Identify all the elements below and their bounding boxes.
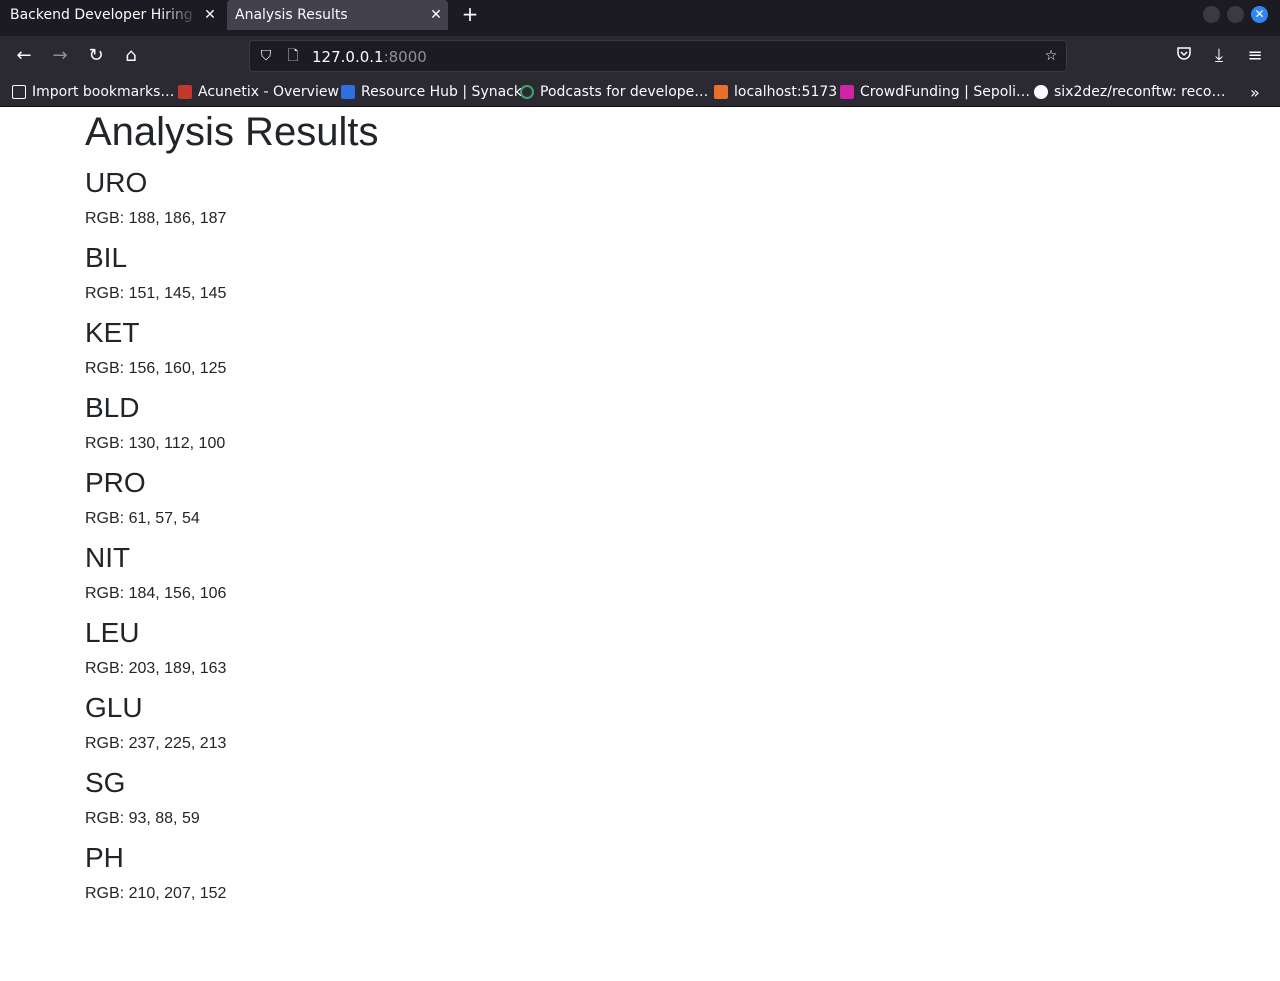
more-bookmarks-chevron-icon[interactable]: »: [1250, 82, 1260, 102]
bookmark-crowdfunding[interactable]: CrowdFunding | Sepoli…: [840, 82, 1030, 102]
url-host: 127.0.0.1: [312, 48, 384, 66]
bookmark-reconftw[interactable]: six2dez/reconftw: reco…: [1034, 82, 1226, 102]
result-item: PH RGB: 210, 207, 152: [85, 841, 1185, 906]
bookmarks-toolbar: Import bookmarks… Acunetix - Overview Re…: [0, 76, 1280, 107]
result-rgb: RGB: 130, 112, 100: [85, 435, 226, 452]
navigation-toolbar: ← → ↻ ⌂ ⛉ 🗋 127.0.0.1:8000 ☆ ⤓ ≡: [0, 36, 1280, 76]
result-name: BLD: [85, 392, 140, 423]
result-name: PRO: [85, 467, 146, 498]
new-tab-button[interactable]: +: [458, 2, 482, 26]
result-name: SG: [85, 767, 126, 798]
result-name: LEU: [85, 617, 140, 648]
result-item: BIL RGB: 151, 145, 145: [85, 241, 1185, 306]
page-content: Analysis Results URO RGB: 188, 186, 187 BI…: [85, 108, 1185, 914]
bookmark-label: CrowdFunding | Sepoli…: [860, 84, 1031, 100]
page-icon[interactable]: 🗋: [284, 47, 302, 65]
bookmark-label: Podcasts for develope…: [540, 84, 709, 100]
crowdfunding-icon: [840, 85, 854, 99]
result-item: NIT RGB: 184, 156, 106: [85, 541, 1185, 606]
bookmark-label: localhost:5173: [734, 84, 838, 100]
pocket-icon[interactable]: [1172, 44, 1196, 68]
result-item: LEU RGB: 203, 189, 163: [85, 616, 1185, 681]
minimize-button[interactable]: [1203, 6, 1220, 23]
bookmark-import[interactable]: Import bookmarks…: [12, 82, 174, 102]
tab-title: Analysis Results: [235, 7, 348, 23]
result-rgb: RGB: 188, 186, 187: [85, 210, 227, 227]
tab-backend-developer[interactable]: Backend Developer Hiring Assignment ✕: [0, 0, 222, 30]
bookmark-localhost[interactable]: localhost:5173: [714, 82, 837, 102]
result-rgb: RGB: 237, 225, 213: [85, 735, 227, 752]
result-item: BLD RGB: 130, 112, 100: [85, 391, 1185, 456]
result-item: GLU RGB: 237, 225, 213: [85, 691, 1185, 756]
result-rgb: RGB: 210, 207, 152: [85, 885, 227, 902]
result-name: GLU: [85, 692, 143, 723]
bookmark-synack[interactable]: Resource Hub | Synack: [341, 82, 522, 102]
bookmark-label: Resource Hub | Synack: [361, 84, 522, 100]
url-port: :8000: [383, 48, 427, 66]
github-icon: [1034, 85, 1048, 99]
bookmark-podcasts[interactable]: Podcasts for develope…: [520, 82, 708, 102]
result-rgb: RGB: 184, 156, 106: [85, 585, 227, 602]
result-name: NIT: [85, 542, 131, 573]
page-title: Analysis Results: [85, 110, 379, 154]
result-rgb: RGB: 203, 189, 163: [85, 660, 227, 677]
window-close-button[interactable]: ✕: [1251, 6, 1268, 23]
menu-icon[interactable]: ≡: [1243, 44, 1267, 68]
result-item: PRO RGB: 61, 57, 54: [85, 466, 1185, 531]
bookmark-label: Import bookmarks…: [32, 84, 175, 100]
result-item: SG RGB: 93, 88, 59: [85, 766, 1185, 831]
result-name: URO: [85, 167, 148, 198]
close-icon[interactable]: ✕: [198, 7, 222, 23]
result-item: URO RGB: 188, 186, 187: [85, 166, 1185, 231]
result-item: KET RGB: 156, 160, 125: [85, 316, 1185, 381]
tab-analysis-results[interactable]: Analysis Results ✕: [227, 0, 448, 30]
import-icon: [12, 85, 26, 99]
result-name: KET: [85, 317, 140, 348]
result-name: PH: [85, 842, 124, 873]
results-list: URO RGB: 188, 186, 187 BIL RGB: 151, 145, 1…: [85, 166, 1185, 906]
url-text[interactable]: 127.0.0.1:8000: [312, 48, 427, 66]
tab-bar: Backend Developer Hiring Assignment ✕ An…: [0, 0, 1280, 36]
download-icon[interactable]: ⤓: [1207, 44, 1231, 68]
close-icon[interactable]: ✕: [424, 7, 448, 23]
result-rgb: RGB: 93, 88, 59: [85, 810, 200, 827]
url-bar[interactable]: ⛉ 🗋 127.0.0.1:8000 ☆: [249, 40, 1067, 72]
result-rgb: RGB: 151, 145, 145: [85, 285, 227, 302]
synack-icon: [341, 85, 355, 99]
podcast-icon: [520, 85, 534, 99]
back-arrow-icon[interactable]: ←: [12, 44, 36, 68]
star-icon[interactable]: ☆: [1042, 47, 1060, 65]
result-rgb: RGB: 156, 160, 125: [85, 360, 227, 377]
maximize-button[interactable]: [1227, 6, 1244, 23]
home-icon[interactable]: ⌂: [119, 44, 143, 68]
forward-arrow-icon[interactable]: →: [48, 44, 72, 68]
localhost-icon: [714, 85, 728, 99]
tab-title: Backend Developer Hiring Assignment: [10, 7, 198, 23]
bookmark-label: Acunetix - Overview: [198, 84, 339, 100]
bookmark-label: six2dez/reconftw: reco…: [1054, 84, 1226, 100]
reload-icon[interactable]: ↻: [84, 44, 108, 68]
shield-icon[interactable]: ⛉: [257, 47, 275, 65]
acunetix-icon: [178, 85, 192, 99]
bookmark-acunetix[interactable]: Acunetix - Overview: [178, 82, 339, 102]
result-rgb: RGB: 61, 57, 54: [85, 510, 200, 527]
result-name: BIL: [85, 242, 128, 273]
